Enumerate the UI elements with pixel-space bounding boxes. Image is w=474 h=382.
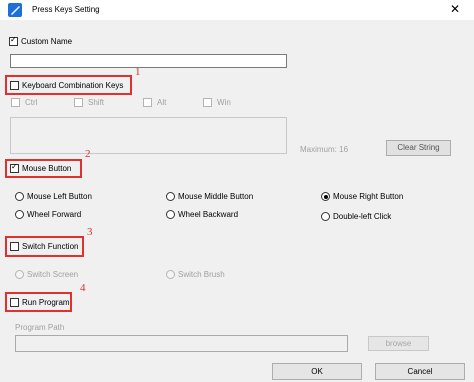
radio-switch-brush[interactable]: [166, 270, 175, 279]
clear-string-button[interactable]: Clear String: [386, 140, 451, 156]
alt-label: Alt: [157, 98, 167, 107]
key-string-field[interactable]: [10, 117, 287, 154]
radio-switch-brush-label: Switch Brush: [178, 270, 225, 279]
annotation-box-4: [5, 292, 72, 312]
ctrl-checkbox[interactable]: [11, 98, 20, 107]
annotation-box-3: [5, 236, 84, 257]
ok-button[interactable]: OK: [272, 363, 362, 380]
annotation-number-2: 2: [85, 148, 91, 160]
alt-checkbox[interactable]: [143, 98, 152, 107]
radio-mouse-middle-label: Mouse Middle Button: [178, 192, 254, 201]
custom-name-input[interactable]: [10, 54, 287, 68]
ctrl-label: Ctrl: [25, 98, 38, 107]
shift-checkbox[interactable]: [74, 98, 83, 107]
win-checkbox[interactable]: [203, 98, 212, 107]
radio-mouse-left-label: Mouse Left Button: [27, 192, 92, 201]
title-bar: Press Keys Setting ✕: [0, 0, 474, 20]
radio-wheel-backward[interactable]: [166, 210, 175, 219]
browse-button[interactable]: browse: [368, 336, 429, 351]
cancel-button[interactable]: Cancel: [375, 363, 465, 380]
annotation-number-4: 4: [80, 282, 86, 294]
radio-double-left-click-label: Double-left Click: [333, 212, 392, 221]
close-icon[interactable]: ✕: [450, 2, 460, 16]
radio-mouse-middle[interactable]: [166, 192, 175, 201]
shift-label: Shift: [88, 98, 105, 107]
radio-mouse-right[interactable]: [321, 192, 330, 201]
program-path-label: Program Path: [15, 323, 65, 332]
maximum-label: Maximum: 16: [300, 145, 349, 154]
custom-name-checkbox[interactable]: ✓: [9, 35, 18, 46]
program-path-input[interactable]: [15, 335, 348, 352]
radio-wheel-forward[interactable]: [15, 210, 24, 219]
app-pen-icon: [8, 3, 22, 17]
radio-wheel-backward-label: Wheel Backward: [178, 210, 239, 219]
radio-mouse-left[interactable]: [15, 192, 24, 201]
annotation-box-2: [5, 159, 82, 178]
annotation-number-1: 1: [135, 66, 141, 78]
radio-switch-screen-label: Switch Screen: [27, 270, 79, 279]
win-label: Win: [217, 98, 231, 107]
annotation-box-1: [5, 75, 132, 95]
custom-name-label: Custom Name: [21, 37, 73, 46]
radio-switch-screen[interactable]: [15, 270, 24, 279]
radio-double-left-click[interactable]: [321, 212, 330, 221]
window-title: Press Keys Setting: [32, 5, 100, 14]
radio-wheel-forward-label: Wheel Forward: [27, 210, 82, 219]
radio-mouse-right-label: Mouse Right Button: [333, 192, 404, 201]
annotation-number-3: 3: [87, 226, 93, 238]
checkmark-icon: ✓: [10, 35, 17, 44]
